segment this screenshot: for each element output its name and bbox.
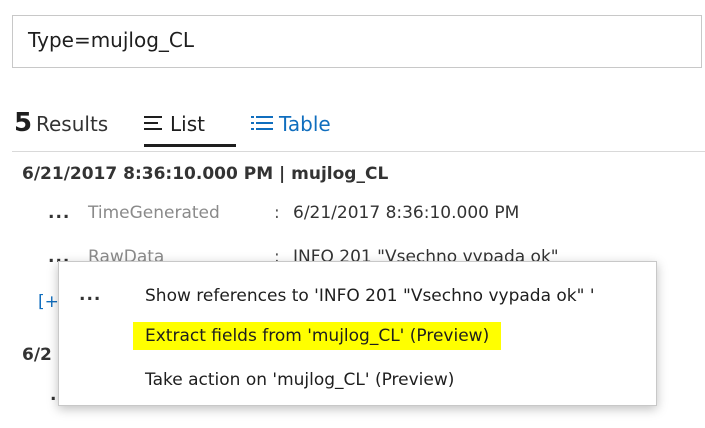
results-count: 5 (14, 108, 33, 138)
results-label: Results (36, 112, 109, 136)
list-icon (144, 116, 162, 130)
menu-item-label: Extract fields from 'mujlog_CL' (Preview… (133, 322, 502, 350)
tab-table-label: Table (279, 112, 331, 136)
field-row-timegenerated: ... TimeGenerated : 6/21/2017 8:36:10.00… (48, 203, 648, 227)
menu-item-label: Show references to 'INFO 201 "Vsechno vy… (145, 286, 595, 306)
field-more-button-partial[interactable]: . (50, 385, 56, 405)
query-text[interactable]: Type=mujlog_CL (28, 28, 194, 52)
table-icon (251, 116, 273, 130)
record-header: 6/21/2017 8:36:10.000 PM | mujlog_CL (22, 164, 389, 184)
menu-item-label: Take action on 'mujlog_CL' (Preview) (145, 370, 455, 390)
query-input[interactable]: Type=mujlog_CL (12, 15, 702, 68)
results-toolbar: 5 Results List Table (14, 106, 694, 147)
divider (12, 151, 705, 152)
tab-list-label: List (170, 112, 205, 136)
field-more-button[interactable]: ... (48, 203, 70, 223)
tab-list-view[interactable]: List (144, 106, 236, 147)
field-colon: : (274, 203, 280, 223)
active-tab-indicator (144, 144, 236, 147)
expand-fields-link[interactable]: [+ (38, 292, 59, 312)
field-value[interactable]: 6/21/2017 8:36:10.000 PM (293, 203, 519, 223)
tab-table-view[interactable]: Table (251, 106, 361, 146)
record-header-partial: 6/2 (22, 345, 52, 365)
more-icon: ... (79, 285, 102, 305)
context-menu: ... Show references to 'INFO 201 "Vsechn… (58, 261, 657, 406)
menu-item-show-references[interactable]: ... Show references to 'INFO 201 "Vsechn… (59, 280, 656, 314)
field-name: TimeGenerated (88, 203, 220, 223)
menu-item-extract-fields[interactable]: Extract fields from 'mujlog_CL' (Preview… (59, 320, 656, 354)
menu-item-take-action[interactable]: Take action on 'mujlog_CL' (Preview) (59, 364, 656, 398)
